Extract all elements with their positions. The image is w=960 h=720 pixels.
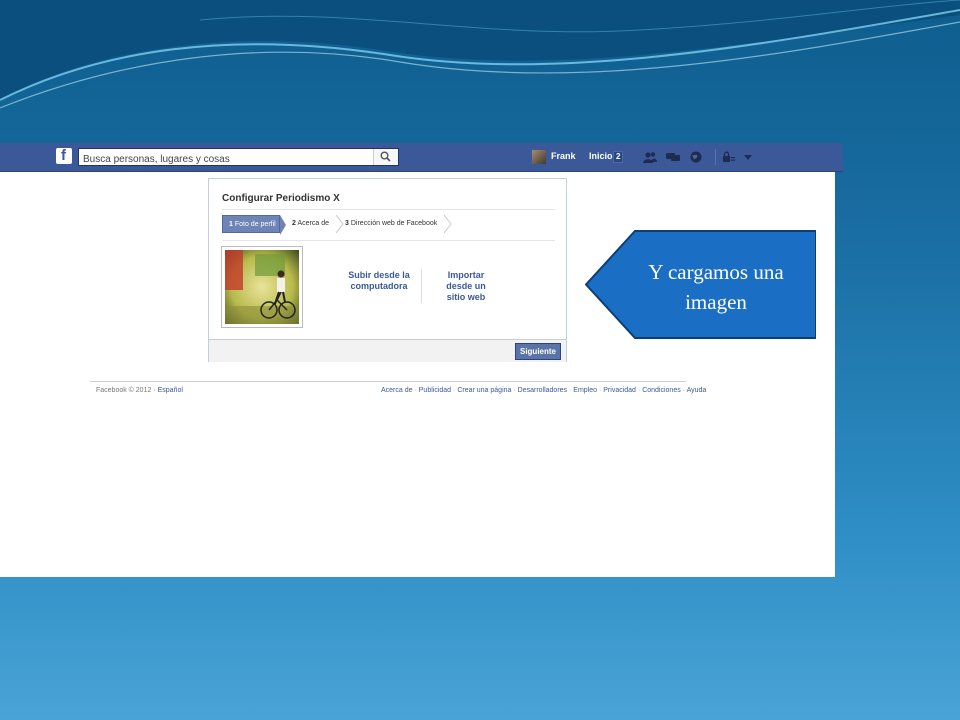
cyclist-photo: [225, 250, 299, 324]
footer-links: Acerca de · Publicidad · Crear una págin…: [381, 387, 707, 394]
step-label: Acerca de: [297, 220, 329, 227]
page-setup-panel: Configurar Periodismo X 1 Foto de perfil…: [208, 178, 567, 362]
user-avatar[interactable]: [532, 150, 546, 164]
step-arrow: [280, 215, 286, 235]
footer-link-about[interactable]: Acerca de: [381, 387, 413, 394]
search-input[interactable]: [79, 151, 363, 168]
panel-footer: Siguiente: [209, 339, 566, 362]
footer-link-create-page[interactable]: Crear una página: [457, 387, 511, 394]
step-chevron-icon: [444, 215, 452, 233]
facebook-logo-icon[interactable]: f: [56, 147, 72, 164]
user-name-link[interactable]: Frank: [551, 151, 576, 161]
footer-copyright-area: Facebook © 2012 · Español: [96, 387, 183, 394]
step-profile-photo[interactable]: 1 Foto de perfil: [222, 215, 280, 233]
slide-wave-decoration: [0, 0, 960, 109]
upload-from-computer-link[interactable]: Subir desde la computadora: [343, 270, 415, 292]
messages-icon[interactable]: [666, 151, 680, 163]
step-chevron-icon: [336, 215, 344, 233]
search-button[interactable]: [373, 149, 398, 165]
facebook-top-bar: f Frank Inicio 2: [0, 143, 843, 172]
next-button[interactable]: Siguiente: [514, 343, 561, 360]
callout-text: Y cargamos una imagen: [648, 260, 784, 314]
step-label: Foto de perfil: [234, 221, 276, 228]
settings-dropdown-icon[interactable]: [741, 151, 755, 163]
top-bar-separator: [715, 149, 716, 165]
language-link[interactable]: Español: [158, 387, 183, 394]
home-link[interactable]: Inicio: [589, 151, 613, 161]
search-icon: [380, 151, 391, 162]
step-number: 2: [292, 220, 296, 227]
import-from-website-link[interactable]: Importar desde un sitio web: [436, 270, 496, 303]
privacy-shortcuts-icon[interactable]: [722, 151, 736, 163]
step-number: 1: [229, 221, 233, 228]
footer-link-careers[interactable]: Empleo: [573, 387, 597, 394]
setup-steps: 1 Foto de perfil 2 Acerca de 3 Dirección…: [222, 215, 462, 235]
divider: [222, 209, 555, 210]
footer-divider: [90, 381, 686, 382]
footer-link-privacy[interactable]: Privacidad: [603, 387, 636, 394]
profile-photo-preview: [221, 246, 303, 328]
footer-link-terms[interactable]: Condiciones: [642, 387, 681, 394]
step-label: Dirección web de Facebook: [350, 220, 438, 227]
footer-link-help[interactable]: Ayuda: [687, 387, 707, 394]
friend-requests-icon[interactable]: [643, 151, 657, 163]
divider: [222, 240, 555, 241]
page-title: Configurar Periodismo X: [222, 193, 340, 204]
step-number: 3: [345, 220, 349, 227]
copyright-text: Facebook © 2012 ·: [96, 387, 156, 394]
option-separator: [421, 269, 422, 303]
search-box: [78, 148, 399, 168]
footer-link-developers[interactable]: Desarrolladores: [518, 387, 567, 394]
step-web-address[interactable]: 3 Dirección web de Facebook: [345, 215, 445, 233]
step-about[interactable]: 2 Acerca de: [292, 215, 342, 233]
home-notification-badge: 2: [613, 151, 624, 163]
notifications-globe-icon[interactable]: [689, 151, 703, 163]
footer-link-advertising[interactable]: Publicidad: [419, 387, 451, 394]
